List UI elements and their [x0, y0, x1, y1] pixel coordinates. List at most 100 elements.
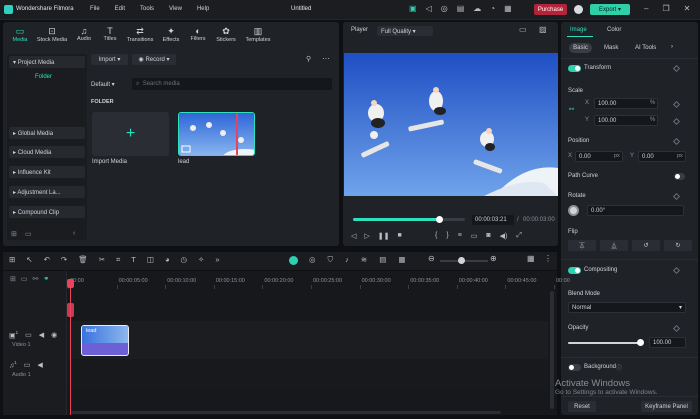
sidebar-item-adjustment-layer[interactable]: ▸ Adjustment La... — [9, 186, 85, 198]
text-icon[interactable]: T — [131, 255, 136, 265]
undo-icon[interactable]: ↶ — [44, 255, 50, 265]
flip-vertical-icon[interactable]: ⏅ — [600, 240, 628, 251]
opacity-slider-handle[interactable] — [637, 339, 644, 346]
blend-mode-dropdown[interactable]: Normal ▾ — [568, 302, 686, 313]
grid-icon[interactable]: ▦ — [504, 4, 512, 13]
filter-icon[interactable]: ⚲ — [306, 55, 311, 63]
opacity-input[interactable]: 100.00 — [649, 337, 686, 348]
cut-icon[interactable]: ✂ — [99, 255, 105, 265]
background-toggle[interactable] — [568, 364, 581, 371]
reset-button[interactable]: Reset — [568, 401, 596, 412]
keyframe-icon[interactable] — [672, 324, 681, 333]
collapse-sidebar-icon[interactable]: ‹ — [73, 230, 75, 237]
menu-file[interactable]: File — [90, 6, 100, 12]
snapshot-icon[interactable]: ▨ — [539, 25, 547, 34]
fullscreen-icon[interactable]: ⤢ — [516, 232, 522, 240]
more-tools-icon[interactable]: » — [215, 255, 219, 265]
timeline-clip[interactable]: lead — [81, 325, 129, 356]
link-tracks-icon[interactable]: ⚯ — [33, 275, 39, 283]
shield-icon[interactable]: ⛉ — [328, 255, 334, 265]
transform-toggle[interactable] — [568, 65, 581, 72]
playback-settings-icon[interactable]: ≡ — [458, 232, 462, 240]
horizontal-scrollbar[interactable] — [71, 411, 501, 414]
pause-icon[interactable]: ❚❚ — [378, 232, 390, 240]
linked-icon[interactable]: ⚭ — [43, 275, 49, 283]
mark-out-icon[interactable]: } — [446, 232, 448, 240]
sidebar-item-folder[interactable]: Folder — [9, 71, 85, 83]
tab-color[interactable]: Color — [607, 27, 621, 33]
record-dropdown[interactable]: ◉ Record ▾ — [132, 54, 176, 65]
menu-tools[interactable]: Tools — [140, 6, 154, 12]
tab-audio[interactable]: ♫ Audio — [71, 26, 97, 52]
sidebar-item-compound-clip[interactable]: ▸ Compound Clip — [9, 206, 85, 218]
keyframe-icon[interactable] — [672, 100, 681, 109]
purchase-button[interactable]: Purchase — [534, 4, 567, 15]
tab-transitions[interactable]: ⇄ Transitions — [123, 26, 157, 52]
tab-stickers[interactable]: ✿ Stickers — [211, 26, 241, 52]
playhead-marker[interactable] — [67, 303, 74, 317]
new-folder-icon[interactable]: ⊞ — [11, 230, 17, 238]
rotate-right-icon[interactable]: ↻ — [664, 240, 692, 251]
sidebar-item-cloud-media[interactable]: ▸ Cloud Media — [9, 146, 85, 158]
gift-icon[interactable]: ▣ — [409, 4, 417, 13]
compositing-toggle[interactable] — [568, 267, 581, 274]
keyframe-icon[interactable] — [672, 64, 681, 73]
close-icon[interactable]: ✕ — [684, 4, 691, 13]
tab-effects[interactable]: ✦ Effects — [157, 26, 185, 52]
import-media-tile[interactable]: + — [92, 112, 169, 156]
tab-titles[interactable]: T Titles — [97, 26, 123, 52]
tab-image[interactable]: Image — [570, 27, 587, 33]
rotate-input[interactable]: 0.00° — [587, 205, 684, 216]
quality-dropdown[interactable]: Full Quality ▾ — [377, 26, 433, 36]
playback-scrubber[interactable] — [436, 216, 444, 223]
ai-icon[interactable]: ✧ — [198, 255, 204, 265]
folder-lock-icon[interactable]: ▭ — [25, 331, 32, 339]
mic-icon[interactable]: ♪ — [345, 255, 349, 265]
select-tool-icon[interactable]: ↖ — [26, 255, 32, 265]
tab-filters[interactable]: ◐ Filters — [185, 26, 211, 52]
timeline-ruler[interactable]: 00:00 00:00:05:00 00:00:10:00 00:00:15:00 00… — [68, 271, 570, 289]
mask-icon[interactable]: ◫ — [147, 255, 154, 265]
export-button[interactable]: Export ▾ — [590, 4, 630, 15]
scene-icon[interactable]: ▦ — [398, 255, 405, 265]
zoom-slider-handle[interactable] — [458, 257, 465, 264]
volume-icon[interactable]: ◀) — [500, 232, 508, 240]
folder-icon[interactable]: ▭ — [25, 230, 32, 238]
save-icon[interactable]: ▤ — [457, 4, 465, 13]
color-icon[interactable]: ◕ — [165, 255, 170, 265]
minimize-icon[interactable]: – — [644, 4, 648, 13]
magnet-icon[interactable] — [289, 256, 298, 265]
subtab-ai-tools[interactable]: AI Tools — [635, 45, 656, 51]
sidebar-item-influence-kit[interactable]: ▸ Influence Kit — [9, 166, 85, 178]
video-preview[interactable] — [344, 53, 558, 196]
vertical-scrollbar[interactable] — [550, 291, 554, 409]
film-icon[interactable]: ▤ — [379, 255, 386, 265]
path-curve-toggle[interactable] — [674, 173, 685, 180]
camera-icon[interactable]: ◙ — [486, 232, 490, 240]
add-track-icon[interactable]: ⊞ — [10, 275, 16, 283]
keyframe-icon[interactable] — [672, 266, 681, 275]
tab-media[interactable]: ▭ Media — [7, 26, 33, 52]
link-icon[interactable]: ⚯ — [569, 106, 574, 113]
stop-icon[interactable]: ■ — [398, 232, 402, 240]
mute-icon[interactable]: ◀ — [37, 361, 42, 369]
audio-track-lane[interactable] — [68, 359, 548, 389]
timeline-grid-icon[interactable]: ▦ — [527, 254, 535, 263]
menu-edit[interactable]: Edit — [115, 6, 125, 12]
audio-mix-icon[interactable]: ≋ — [361, 255, 367, 265]
speed-icon[interactable]: ◷ — [180, 255, 187, 265]
subtab-mask[interactable]: Mask — [604, 45, 618, 51]
eye-icon[interactable]: ◉ — [51, 331, 57, 339]
video-track-lane[interactable] — [68, 321, 548, 359]
flip-horizontal-icon[interactable]: ⏄ — [568, 240, 596, 251]
rotate-dial[interactable] — [568, 205, 579, 216]
sidebar-item-project-media[interactable]: ▾ Project Media — [9, 56, 85, 68]
opacity-slider[interactable] — [568, 342, 640, 344]
mark-in-icon[interactable]: { — [435, 232, 437, 240]
restore-icon[interactable]: ❐ — [662, 4, 669, 13]
cloud-icon[interactable]: ☁ — [473, 4, 481, 13]
scale-x-input[interactable]: 100.00 — [594, 98, 658, 109]
search-input[interactable]: ⌕ Search media — [132, 78, 332, 90]
info-icon[interactable]: ⓘ — [616, 363, 622, 372]
scale-y-input[interactable]: 100.00 — [594, 115, 658, 126]
